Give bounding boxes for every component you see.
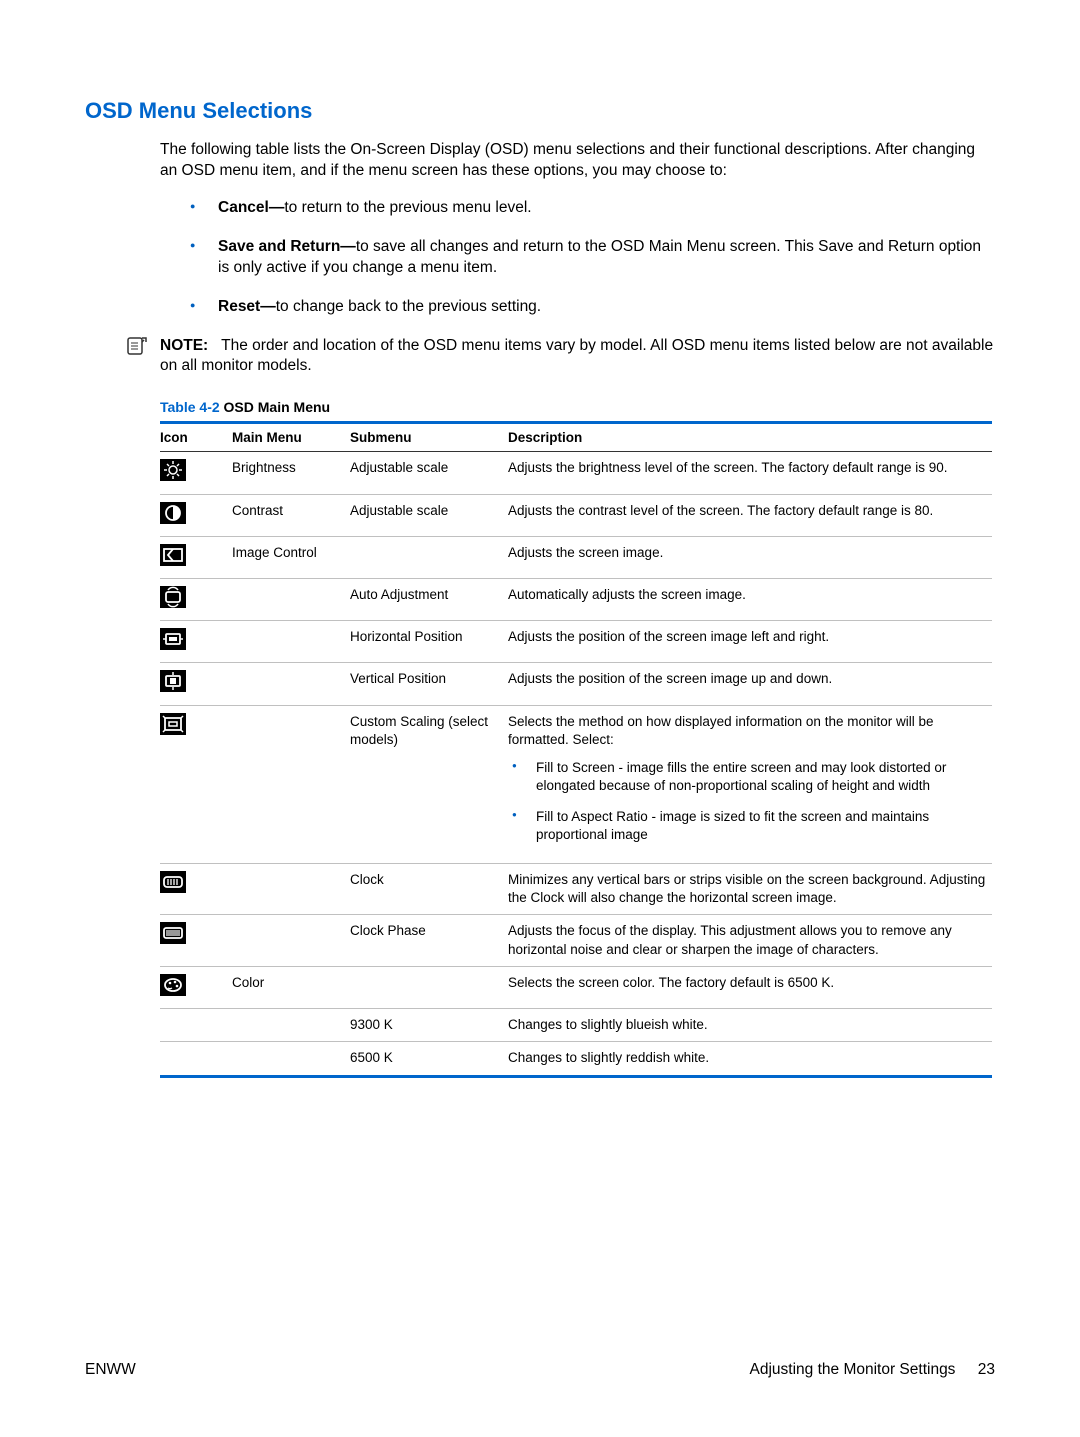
- table-row: Color Selects the screen color. The facto…: [160, 966, 992, 1008]
- description-cell: Minimizes any vertical bars or strips vi…: [508, 864, 992, 915]
- option-bold: Save and Return—: [218, 238, 356, 255]
- note-label: NOTE:: [160, 337, 208, 354]
- description-cell: Adjusts the brightness level of the scre…: [508, 452, 992, 494]
- main-menu-cell: [232, 915, 350, 966]
- note-icon: [126, 337, 148, 355]
- col-header-main: Main Menu: [232, 423, 350, 452]
- submenu-cell: Adjustable scale: [350, 494, 508, 536]
- table-row: Clock PhaseAdjusts the focus of the disp…: [160, 915, 992, 966]
- page-footer: ENWW Adjusting the Monitor Settings 23: [85, 1361, 995, 1379]
- description-cell: Adjusts the contrast level of the screen…: [508, 494, 992, 536]
- submenu-cell: Vertical Position: [350, 663, 508, 705]
- vertical-position-icon: [160, 663, 232, 705]
- option-save-return: Save and Return—to save all changes and …: [190, 237, 995, 279]
- footer-page-number: 23: [978, 1361, 995, 1378]
- submenu-cell: Clock: [350, 864, 508, 915]
- empty-icon-cell: [160, 1009, 232, 1042]
- submenu-cell: Auto Adjustment: [350, 579, 508, 621]
- main-menu-cell: [232, 663, 350, 705]
- table-row: ClockMinimizes any vertical bars or stri…: [160, 864, 992, 915]
- table-caption-number: Table 4-2: [160, 399, 220, 415]
- description-subitem: Fill to Screen - image fills the entire …: [508, 759, 986, 795]
- description-subitem: Fill to Aspect Ratio - image is sized to…: [508, 808, 986, 844]
- main-menu-cell: [232, 621, 350, 663]
- footer-left: ENWW: [85, 1361, 136, 1379]
- color-icon: [160, 966, 232, 1008]
- table-row: BrightnessAdjustable scaleAdjusts the br…: [160, 452, 992, 494]
- description-cell: Changes to slightly reddish white.: [508, 1042, 992, 1076]
- table-row: Custom Scaling (select models)Selects th…: [160, 705, 992, 863]
- table-row: Horizontal PositionAdjusts the position …: [160, 621, 992, 663]
- option-bold: Reset—: [218, 298, 276, 315]
- main-menu-cell: [232, 864, 350, 915]
- description-cell: Selects the method on how displayed info…: [508, 705, 992, 863]
- table-row: 6500 KChanges to slightly reddish white.: [160, 1042, 992, 1076]
- clock-icon: [160, 864, 232, 915]
- custom-scaling-icon: [160, 705, 232, 863]
- table-row: Image Control Adjusts the screen image.: [160, 536, 992, 578]
- clock-phase-icon: [160, 915, 232, 966]
- image-control-icon: [160, 536, 232, 578]
- options-list: Cancel—to return to the previous menu le…: [190, 198, 995, 318]
- col-header-icon: Icon: [160, 423, 232, 452]
- main-menu-cell: [232, 579, 350, 621]
- submenu-cell: Adjustable scale: [350, 452, 508, 494]
- main-menu-cell: Image Control: [232, 536, 350, 578]
- description-cell: Adjusts the position of the screen image…: [508, 621, 992, 663]
- table-row: ContrastAdjustable scaleAdjusts the cont…: [160, 494, 992, 536]
- table-row: Vertical PositionAdjusts the position of…: [160, 663, 992, 705]
- submenu-cell: [350, 536, 508, 578]
- main-menu-cell: [232, 1009, 350, 1042]
- contrast-icon: [160, 494, 232, 536]
- main-menu-cell: Contrast: [232, 494, 350, 536]
- option-reset: Reset—to change back to the previous set…: [190, 297, 995, 318]
- description-cell: Automatically adjusts the screen image.: [508, 579, 992, 621]
- option-rest: to change back to the previous setting.: [276, 298, 541, 315]
- note-text: The order and location of the OSD menu i…: [160, 337, 993, 375]
- submenu-cell: Clock Phase: [350, 915, 508, 966]
- main-menu-cell: [232, 705, 350, 863]
- submenu-cell: Horizontal Position: [350, 621, 508, 663]
- table-caption-name: OSD Main Menu: [220, 399, 330, 415]
- description-sublist: Fill to Screen - image fills the entire …: [508, 759, 986, 844]
- table-caption: Table 4-2 OSD Main Menu: [160, 399, 995, 415]
- brightness-icon: [160, 452, 232, 494]
- osd-main-menu-table: Icon Main Menu Submenu Description Brigh…: [160, 421, 992, 1077]
- empty-icon-cell: [160, 1042, 232, 1076]
- auto-adjust-icon: [160, 579, 232, 621]
- main-menu-cell: Brightness: [232, 452, 350, 494]
- description-cell: Adjusts the focus of the display. This a…: [508, 915, 992, 966]
- intro-text: The following table lists the On-Screen …: [160, 140, 995, 182]
- footer-right-text: Adjusting the Monitor Settings: [750, 1361, 956, 1378]
- description-cell: Selects the screen color. The factory de…: [508, 966, 992, 1008]
- main-menu-cell: [232, 1042, 350, 1076]
- submenu-cell: [350, 966, 508, 1008]
- description-cell: Adjusts the position of the screen image…: [508, 663, 992, 705]
- description-cell: Changes to slightly blueish white.: [508, 1009, 992, 1042]
- horizontal-position-icon: [160, 621, 232, 663]
- submenu-cell: 9300 K: [350, 1009, 508, 1042]
- section-heading: OSD Menu Selections: [85, 98, 995, 124]
- col-header-desc: Description: [508, 423, 992, 452]
- table-row: Auto AdjustmentAutomatically adjusts the…: [160, 579, 992, 621]
- col-header-sub: Submenu: [350, 423, 508, 452]
- option-cancel: Cancel—to return to the previous menu le…: [190, 198, 995, 219]
- table-row: 9300 KChanges to slightly blueish white.: [160, 1009, 992, 1042]
- submenu-cell: 6500 K: [350, 1042, 508, 1076]
- description-cell: Adjusts the screen image.: [508, 536, 992, 578]
- option-bold: Cancel—: [218, 199, 284, 216]
- submenu-cell: Custom Scaling (select models): [350, 705, 508, 863]
- main-menu-cell: Color: [232, 966, 350, 1008]
- note-block: NOTE: The order and location of the OSD …: [126, 336, 995, 378]
- option-rest: to return to the previous menu level.: [284, 199, 531, 216]
